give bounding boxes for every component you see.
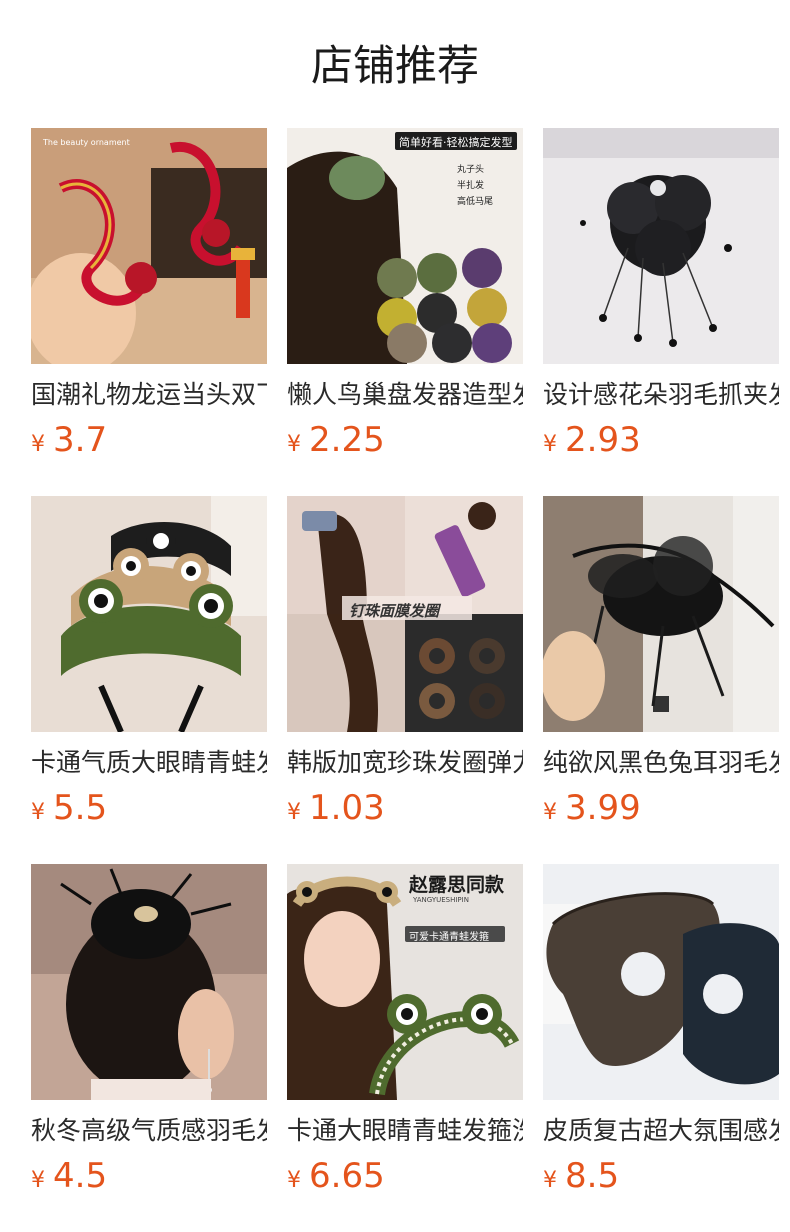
image-banner: 钉珠面膜发圈 [349,602,440,620]
image-subtext: YANGYUESHIPIN [413,896,469,904]
product-price: ¥5.5 [31,786,267,830]
currency-symbol: ¥ [543,800,557,825]
image-headline: 赵露思同款 [409,874,505,896]
currency-symbol: ¥ [287,800,301,825]
product-card[interactable]: 纯欲风黑色兔耳羽毛发箍 ¥3.99 [543,496,779,864]
product-name[interactable]: 懒人鸟巢盘发器造型发夹 [287,378,523,412]
price-value: 3.99 [565,788,641,828]
price-value: 2.25 [309,420,385,460]
image-banner: 简单好看·轻松搞定发型 [399,136,513,149]
product-price: ¥8.5 [543,1154,779,1198]
price-value: 6.65 [309,1156,385,1196]
product-name[interactable]: 卡通大眼睛青蛙发箍洗脸 [287,1114,523,1148]
price-value: 2.93 [565,420,641,460]
currency-symbol: ¥ [31,1168,45,1193]
product-name[interactable]: 皮质复古超大氛围感发圈 [543,1114,779,1148]
product-name[interactable]: 国潮礼物龙运当头双飞燕发夹 [31,378,267,412]
currency-symbol: ¥ [31,800,45,825]
product-card[interactable]: 设计感花朵羽毛抓夹发饰 ¥2.93 [543,128,779,496]
product-image-feather-hair-clip[interactable] [31,864,267,1100]
product-card[interactable]: The beauty ornament 国潮礼物龙运当头双飞燕发夹 ¥3.7 [31,128,267,496]
product-price: ¥3.7 [31,418,267,462]
feature-item: 丸子头 [457,165,485,175]
image-banner: 可爱卡通青蛙发箍 [409,932,489,943]
page-title: 店铺推荐 [310,41,479,90]
product-image-frog-headband[interactable] [31,496,267,732]
product-image-leather-scrunchie[interactable] [543,864,779,1100]
product-card[interactable]: 秋冬高级气质感羽毛发夹 ¥4.5 [31,864,267,1232]
product-card[interactable]: 简单好看·轻松搞定发型 丸子头 半扎发 高低马尾 懒人鸟巢盘发器造型发夹 ¥2.… [287,128,523,496]
product-price: ¥4.5 [31,1154,267,1198]
product-image-bunny-ear-headband[interactable] [543,496,779,732]
product-image-pearl-scrunchie[interactable]: 钉珠面膜发圈 [287,496,523,732]
feature-item: 高低马尾 [457,197,494,207]
product-name[interactable]: 秋冬高级气质感羽毛发夹 [31,1114,267,1148]
product-card[interactable]: 卡通气质大眼睛青蛙发箍 ¥5.5 [31,496,267,864]
product-price: ¥6.65 [287,1154,523,1198]
image-caption: The beauty ornament [43,138,130,147]
product-name[interactable]: 纯欲风黑色兔耳羽毛发箍 [543,746,779,780]
product-price: ¥3.99 [543,786,779,830]
product-price: ¥2.25 [287,418,523,462]
price-value: 1.03 [309,788,385,828]
product-price: ¥1.03 [287,786,523,830]
currency-symbol: ¥ [543,432,557,457]
product-card[interactable]: 钉珠面膜发圈 韩版加宽珍珠发圈弹力发绳 ¥1.03 [287,496,523,864]
price-value: 3.7 [53,420,108,460]
feature-item: 半扎发 [457,181,485,191]
product-name[interactable]: 设计感花朵羽毛抓夹发饰 [543,378,779,412]
product-image-frog-headband-celebrity[interactable]: 赵露思同款 YANGYUESHIPIN 可爱卡通青蛙发箍 [287,864,523,1100]
image-feature-list: 丸子头 半扎发 高低马尾 [457,162,493,210]
product-image-dragon-hairpin[interactable]: The beauty ornament [31,128,267,364]
product-price: ¥2.93 [543,418,779,462]
product-name[interactable]: 卡通气质大眼睛青蛙发箍 [31,746,267,780]
currency-symbol: ¥ [31,432,45,457]
currency-symbol: ¥ [287,1168,301,1193]
currency-symbol: ¥ [543,1168,557,1193]
product-card[interactable]: 皮质复古超大氛围感发圈 ¥8.5 [543,864,779,1232]
price-value: 5.5 [53,788,108,828]
product-name[interactable]: 韩版加宽珍珠发圈弹力发绳 [287,746,523,780]
currency-symbol: ¥ [287,432,301,457]
product-image-flower-feather-clip[interactable] [543,128,779,364]
price-value: 8.5 [565,1156,620,1196]
price-value: 4.5 [53,1156,108,1196]
product-card[interactable]: 赵露思同款 YANGYUESHIPIN 可爱卡通青蛙发箍 卡通大眼睛青蛙发箍洗脸… [287,864,523,1232]
product-image-bird-nest-clip[interactable]: 简单好看·轻松搞定发型 丸子头 半扎发 高低马尾 [287,128,523,364]
product-grid: The beauty ornament 国潮礼物龙运当头双飞燕发夹 ¥3.7 [31,128,779,1232]
